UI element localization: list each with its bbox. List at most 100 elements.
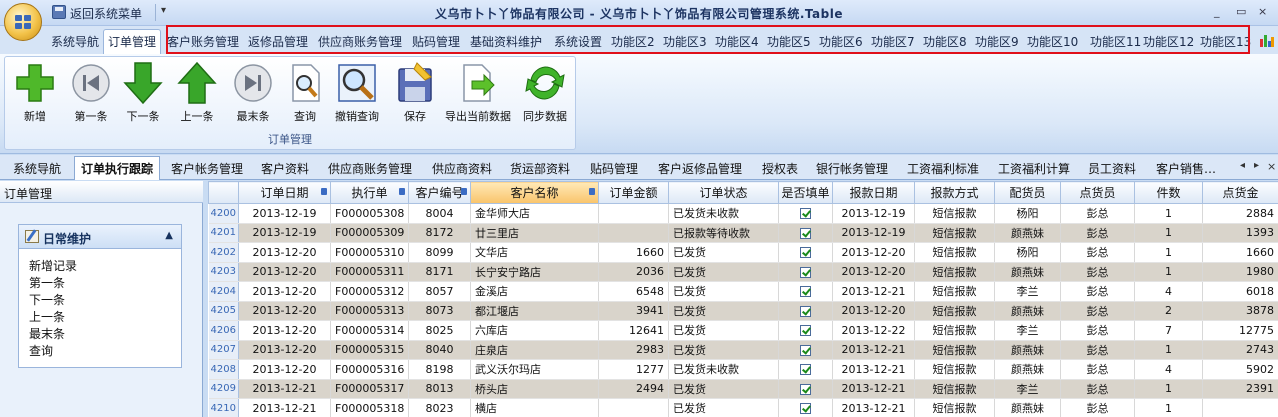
checkbox-checked-icon[interactable] — [800, 364, 811, 376]
filled-checkbox-cell[interactable] — [778, 359, 833, 380]
cell-code[interactable]: 8013 — [408, 379, 471, 399]
cell-name[interactable]: 都江堰店 — [470, 301, 599, 321]
cell-checker[interactable]: 彭总 — [1060, 262, 1135, 282]
cell-qty[interactable]: 4 — [1134, 281, 1203, 302]
cell-order[interactable]: F000005316 — [330, 359, 409, 380]
nav-next[interactable]: 下一条 — [29, 291, 65, 308]
tab-14[interactable]: 客户销售… — [1156, 160, 1216, 177]
column-header-10[interactable]: 点货员 — [1060, 181, 1135, 204]
cell-code[interactable]: 8023 — [408, 398, 471, 417]
menu-item-0[interactable]: 系统导航 — [51, 33, 99, 50]
cell-qty[interactable]: 1 — [1134, 379, 1203, 399]
filled-checkbox-cell[interactable] — [778, 379, 833, 399]
cell-amount[interactable] — [598, 203, 669, 224]
cell-code[interactable]: 8099 — [408, 242, 471, 263]
cell-status[interactable]: 已发货 — [668, 262, 779, 282]
cell-picker[interactable]: 李兰 — [994, 320, 1061, 341]
cell-code[interactable]: 8171 — [408, 262, 471, 282]
cell-name[interactable]: 廿三里店 — [470, 223, 599, 243]
cell-amount[interactable]: 2494 — [598, 379, 669, 399]
cell-check_amt[interactable]: 12775 — [1202, 320, 1278, 341]
cell-amount[interactable]: 2983 — [598, 340, 669, 360]
column-header-7[interactable]: 报款日期 — [832, 181, 915, 204]
cell-order[interactable]: F000005314 — [330, 320, 409, 341]
cell-status[interactable]: 已发货未收款 — [668, 203, 779, 224]
column-header-9[interactable]: 配货员 — [994, 181, 1061, 204]
cell-check_amt[interactable] — [1202, 398, 1278, 417]
tab-scroll-right-icon[interactable]: ▸ — [1254, 160, 1259, 171]
cell-pay_date[interactable]: 2013-12-22 — [832, 320, 915, 341]
nav-add-record[interactable]: 新增记录 — [29, 257, 77, 274]
tab-1[interactable]: 订单执行跟踪 — [74, 156, 161, 180]
cell-code[interactable]: 8057 — [408, 281, 471, 302]
cell-name[interactable]: 庄泉店 — [470, 340, 599, 360]
cell-code[interactable]: 8172 — [408, 223, 471, 243]
table-row[interactable]: 4200 2013-12-19 F000005308 8004 金华师大店 已发货未收款 2… — [208, 203, 1278, 224]
cell-amount[interactable] — [598, 398, 669, 417]
tab-11[interactable]: 工资福利标准 — [907, 160, 979, 177]
cell-status[interactable]: 已发货 — [668, 242, 779, 263]
cell-order[interactable]: F000005312 — [330, 281, 409, 302]
cell-pay_method[interactable]: 短信报款 — [914, 262, 995, 282]
filled-checkbox-cell[interactable] — [778, 398, 833, 417]
checkbox-checked-icon[interactable] — [800, 286, 811, 298]
minimize-button[interactable]: _ — [1214, 5, 1220, 18]
filled-checkbox-cell[interactable] — [778, 301, 833, 321]
checkbox-checked-icon[interactable] — [800, 305, 811, 317]
column-header-5[interactable]: 订单状态 — [668, 181, 779, 204]
checkbox-checked-icon[interactable] — [800, 208, 811, 220]
cell-order[interactable]: F000005309 — [330, 223, 409, 243]
row-number[interactable]: 4201 — [208, 223, 239, 243]
cell-qty[interactable]: 4 — [1134, 359, 1203, 380]
cell-order[interactable]: F000005310 — [330, 242, 409, 263]
cell-checker[interactable]: 彭总 — [1060, 320, 1135, 341]
filled-checkbox-cell[interactable] — [778, 203, 833, 224]
menu-item-1[interactable]: 订单管理 — [103, 29, 162, 54]
table-row[interactable]: 4204 2013-12-20 F000005312 8057 金溪店 6548 已发货 20… — [208, 281, 1278, 302]
tab-scroll-left-icon[interactable]: ◂ — [1240, 160, 1245, 171]
cell-status[interactable]: 已报款等待收款 — [668, 223, 779, 243]
nav-last[interactable]: 最末条 — [29, 325, 65, 342]
cell-order[interactable]: F000005311 — [330, 262, 409, 282]
cell-pay_date[interactable]: 2013-12-21 — [832, 340, 915, 360]
cell-order[interactable]: F000005313 — [330, 301, 409, 321]
cell-picker[interactable]: 杨阳 — [994, 242, 1061, 263]
cell-qty[interactable]: 1 — [1134, 398, 1203, 417]
sync-button[interactable]: 同步数据 — [523, 61, 567, 127]
cancel-query-button[interactable]: 撤销查询 — [335, 61, 379, 127]
cell-amount[interactable]: 6548 — [598, 281, 669, 302]
tab-5[interactable]: 供应商资料 — [432, 160, 492, 177]
daily-maintenance-header[interactable]: 日常维护 ▲ — [19, 225, 181, 249]
save-button[interactable]: 保存 — [393, 61, 437, 127]
cell-date[interactable]: 2013-12-20 — [238, 359, 331, 380]
cell-check_amt[interactable]: 1393 — [1202, 223, 1278, 243]
cell-date[interactable]: 2013-12-20 — [238, 320, 331, 341]
cell-date[interactable]: 2013-12-20 — [238, 242, 331, 263]
cell-order[interactable]: F000005318 — [330, 398, 409, 417]
tab-6[interactable]: 货运部资料 — [510, 160, 570, 177]
cell-name[interactable]: 金溪店 — [470, 281, 599, 302]
cell-qty[interactable]: 1 — [1134, 340, 1203, 360]
checkbox-checked-icon[interactable] — [800, 344, 811, 356]
table-row[interactable]: 4210 2013-12-21 F000005318 8023 横店 已发货 2013-12… — [208, 398, 1278, 417]
cell-status[interactable]: 已发货 — [668, 379, 779, 399]
cell-pay_date[interactable]: 2013-12-19 — [832, 203, 915, 224]
nav-query[interactable]: 查询 — [29, 342, 53, 359]
row-number[interactable]: 4204 — [208, 281, 239, 302]
add-button[interactable]: 新增 — [13, 61, 57, 127]
cell-check_amt[interactable]: 2391 — [1202, 379, 1278, 399]
cell-pay_date[interactable]: 2013-12-21 — [832, 379, 915, 399]
cell-name[interactable]: 武义沃尔玛店 — [470, 359, 599, 380]
first-record-button[interactable]: 第一条 — [69, 61, 113, 127]
cell-pay_date[interactable]: 2013-12-20 — [832, 242, 915, 263]
cell-name[interactable]: 文华店 — [470, 242, 599, 263]
collapse-icon[interactable]: ▲ — [165, 230, 173, 241]
tab-13[interactable]: 员工资料 — [1088, 160, 1136, 177]
checkbox-checked-icon[interactable] — [800, 325, 811, 337]
cell-qty[interactable]: 7 — [1134, 320, 1203, 341]
query-button[interactable]: 查询 — [283, 61, 327, 127]
cell-pay_method[interactable]: 短信报款 — [914, 320, 995, 341]
row-number[interactable]: 4208 — [208, 359, 239, 380]
row-number[interactable]: 4207 — [208, 340, 239, 360]
cell-picker[interactable]: 颜燕妹 — [994, 301, 1061, 321]
